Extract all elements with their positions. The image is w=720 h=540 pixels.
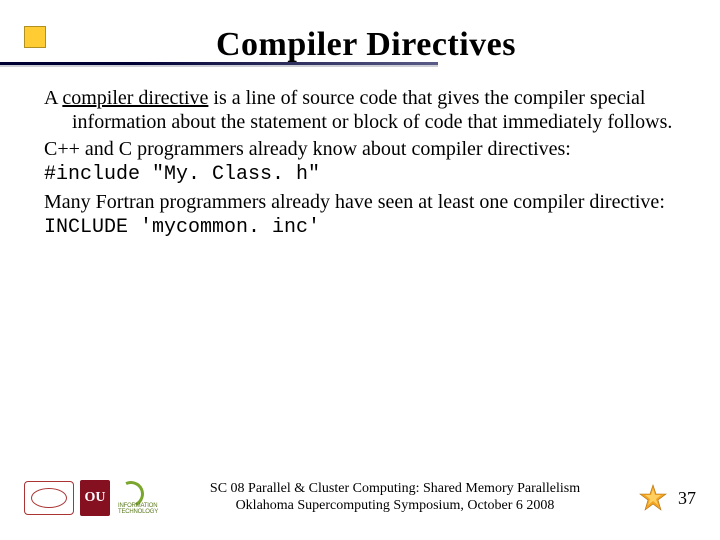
paragraph-3: Many Fortran programmers already have se…	[44, 190, 682, 214]
title-rule-shadow	[0, 65, 438, 67]
paragraph-1: A compiler directive is a line of source…	[44, 86, 682, 135]
footer-logos: OU INFORMATIONTECHNOLOGY	[24, 480, 152, 516]
ou-logo-icon: OU	[80, 480, 110, 516]
footer-text: SC 08 Parallel & Cluster Computing: Shar…	[152, 481, 638, 515]
footer-line-1: SC 08 Parallel & Cluster Computing: Shar…	[160, 481, 630, 498]
slide-body: A compiler directive is a line of source…	[44, 86, 682, 242]
p1-term: compiler directive	[62, 87, 208, 109]
slide: Compiler Directives A compiler directive…	[0, 0, 720, 540]
accent-square	[24, 26, 46, 48]
slide-title: Compiler Directives	[44, 26, 688, 64]
oscer-logo-icon	[24, 481, 74, 515]
footer: OU INFORMATIONTECHNOLOGY SC 08 Parallel …	[0, 474, 720, 522]
star-logo-icon	[638, 483, 668, 513]
code-line-1: #include "My. Class. h"	[44, 163, 682, 187]
slide-number: 37	[678, 488, 696, 509]
footer-line-2: Oklahoma Supercomputing Symposium, Octob…	[160, 498, 630, 515]
footer-right: 37	[638, 483, 696, 513]
it-logo-icon: INFORMATIONTECHNOLOGY	[116, 481, 152, 515]
code-line-2: INCLUDE 'mycommon. inc'	[44, 216, 682, 240]
p1-pre: A	[44, 87, 62, 109]
paragraph-2: C++ and C programmers already know about…	[44, 137, 682, 161]
